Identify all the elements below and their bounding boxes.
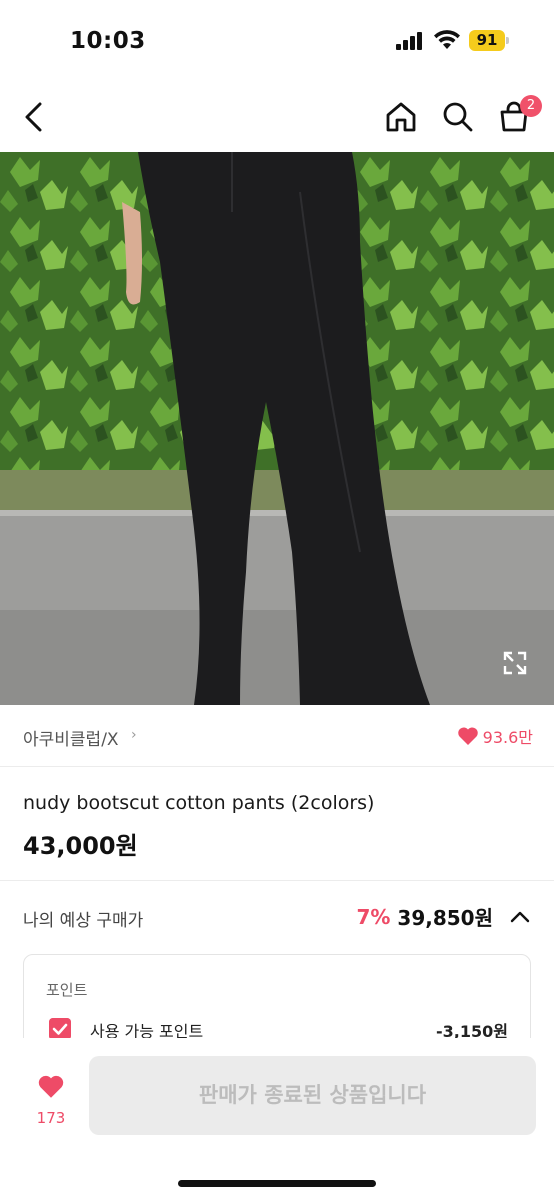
battery-indicator: 91 — [469, 30, 505, 51]
battery-cap — [506, 37, 509, 44]
chevron-up-icon[interactable] — [510, 910, 530, 924]
points-title: 포인트 — [46, 981, 88, 999]
brand-row: 아쿠비클럽/X › 93.6만 — [0, 705, 554, 767]
wish-count: 173 — [36, 1109, 66, 1127]
wifi-icon — [434, 30, 460, 49]
top-nav: 2 — [0, 82, 554, 152]
product-price: 43,000원 — [23, 832, 138, 860]
status-time: 10:03 — [70, 28, 146, 54]
estimate-toggle[interactable]: 7% 39,850원 — [356, 902, 530, 931]
home-indicator — [178, 1180, 376, 1187]
likes-count: 93.6만 — [482, 728, 533, 747]
heart-icon — [38, 1075, 64, 1098]
back-icon[interactable] — [18, 100, 52, 134]
brand-name[interactable]: 아쿠비클럽/X — [23, 725, 119, 750]
divider — [0, 880, 554, 881]
status-bar: 10:03 91 — [0, 0, 554, 82]
sold-out-button[interactable]: 판매가 종료된 상품입니다 — [89, 1056, 536, 1135]
search-icon[interactable] — [441, 100, 475, 134]
likes-summary: 93.6만 — [457, 724, 533, 748]
estimate-discount: 7% — [356, 904, 391, 929]
product-photo-illustration — [0, 152, 554, 705]
checkbox-checked-icon[interactable] — [49, 1018, 71, 1040]
signal-icon — [396, 32, 422, 50]
estimate-label: 나의 예상 구매가 — [23, 911, 144, 931]
estimate-price: 39,850원 — [397, 906, 493, 930]
cart-count-badge: 2 — [520, 95, 542, 117]
chevron-right-icon[interactable]: › — [131, 727, 137, 743]
expand-icon[interactable] — [502, 650, 528, 676]
heart-icon — [457, 727, 478, 745]
bottom-bar: 173 판매가 종료된 상품입니다 — [0, 1038, 554, 1200]
home-icon[interactable] — [384, 100, 418, 134]
product-title: nudy bootscut cotton pants (2colors) — [23, 792, 375, 814]
product-image[interactable] — [0, 152, 554, 705]
wish-button[interactable]: 173 — [28, 1068, 74, 1138]
